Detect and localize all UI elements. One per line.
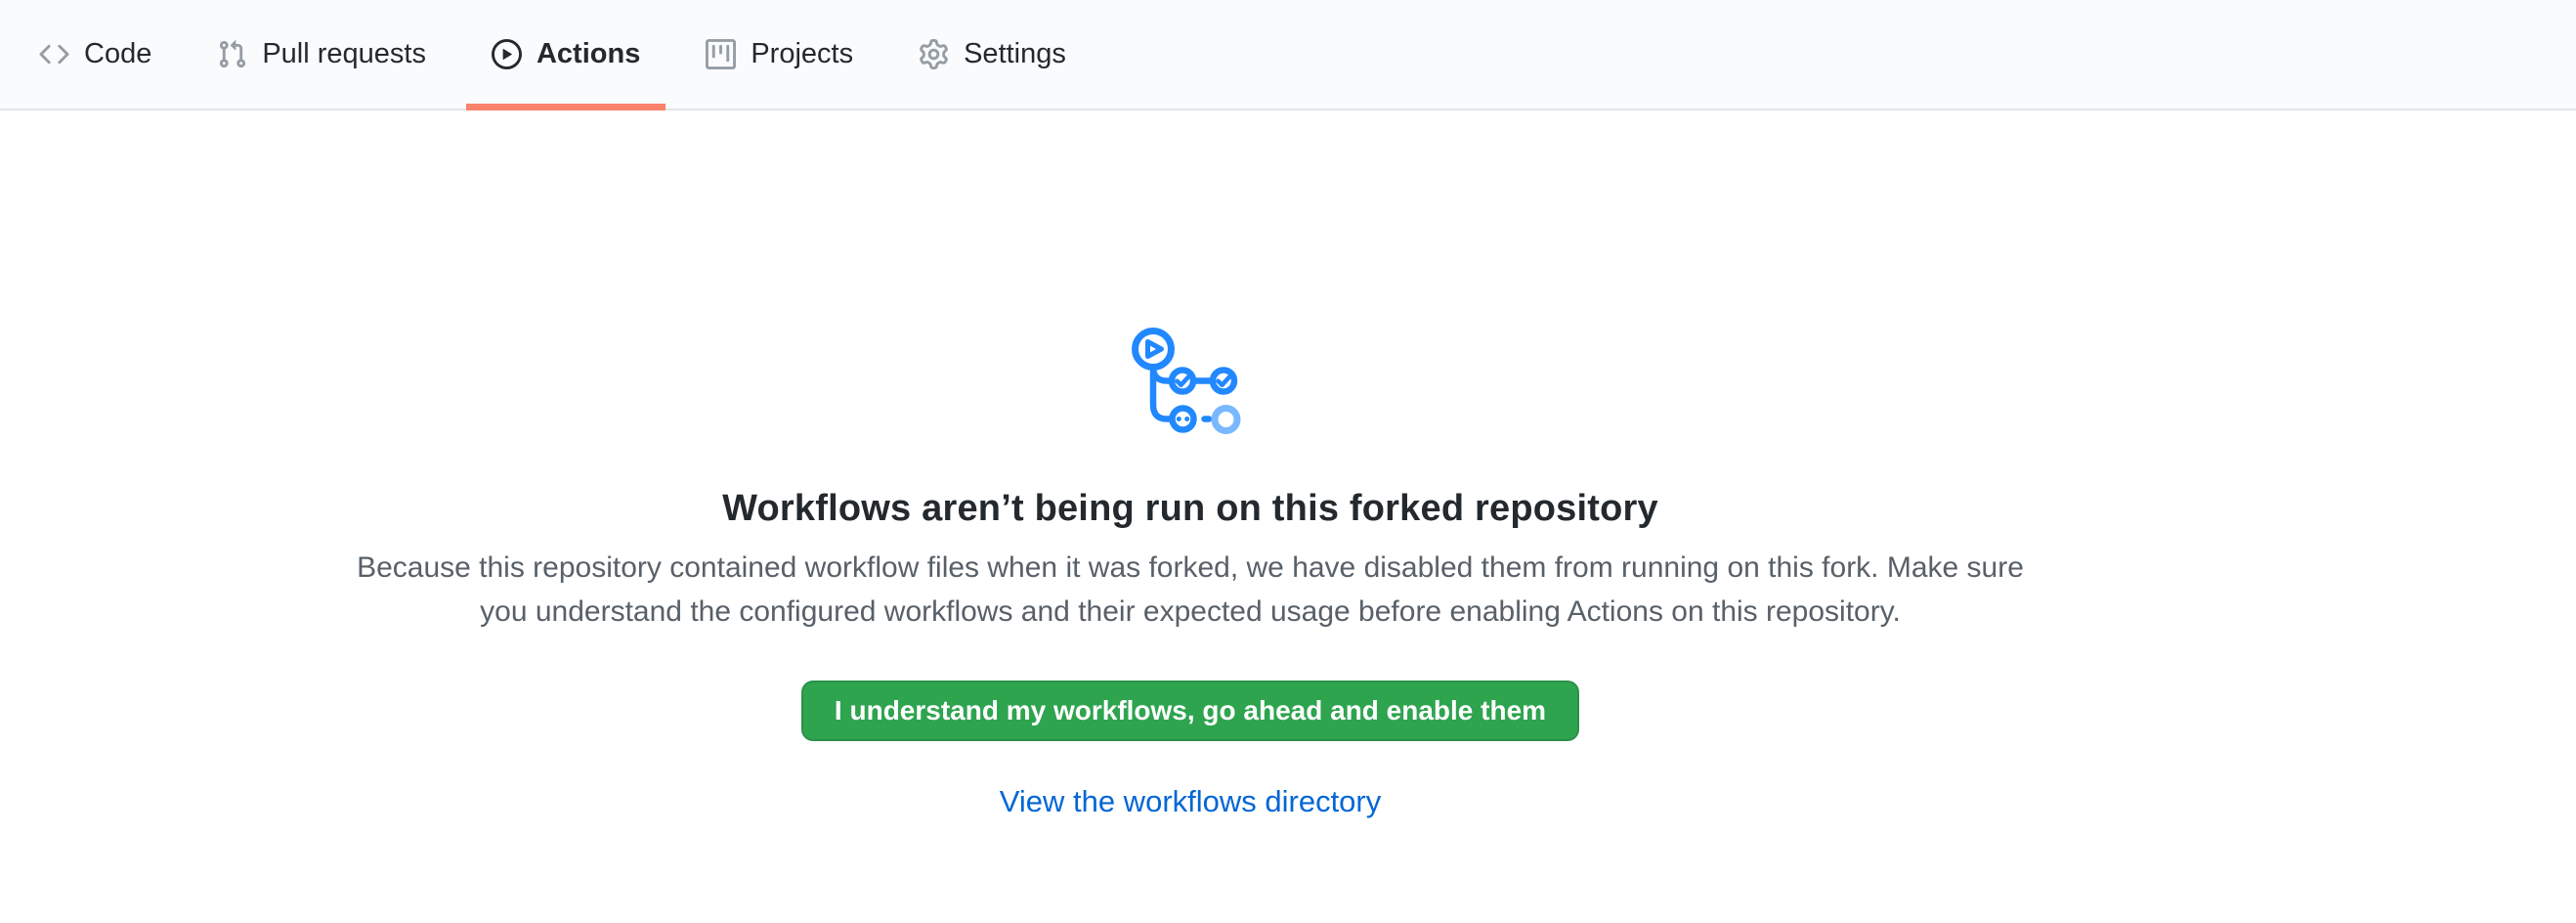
play-icon [492,39,522,69]
tab-pull-requests[interactable]: Pull requests [192,0,451,109]
code-icon [39,39,69,69]
tab-projects-label: Projects [751,40,853,68]
project-icon [706,39,736,69]
tab-actions[interactable]: Actions [466,0,665,109]
enable-workflows-button[interactable]: I understand my workflows, go ahead and … [801,681,1579,741]
view-workflows-directory-link[interactable]: View the workflows directory [1000,784,1382,819]
actions-blankslate: Workflows aren’t being run on this forke… [0,110,2576,819]
tab-projects[interactable]: Projects [680,0,879,109]
repo-tab-nav: Code Pull requests Actions Projects Sett… [0,0,2576,110]
tab-actions-label: Actions [537,40,640,68]
actions-workflow-icon [1127,318,1254,445]
tab-settings-label: Settings [964,40,1066,68]
blankslate-description: Because this repository contained workfl… [345,546,2036,634]
page-title: Workflows aren’t being run on this forke… [722,488,1658,530]
tab-code-label: Code [84,40,151,68]
tab-pull-requests-label: Pull requests [262,40,426,68]
git-pull-request-icon [217,39,247,69]
gear-icon [919,39,949,69]
tab-settings[interactable]: Settings [893,0,1092,109]
tab-code[interactable]: Code [14,0,177,109]
